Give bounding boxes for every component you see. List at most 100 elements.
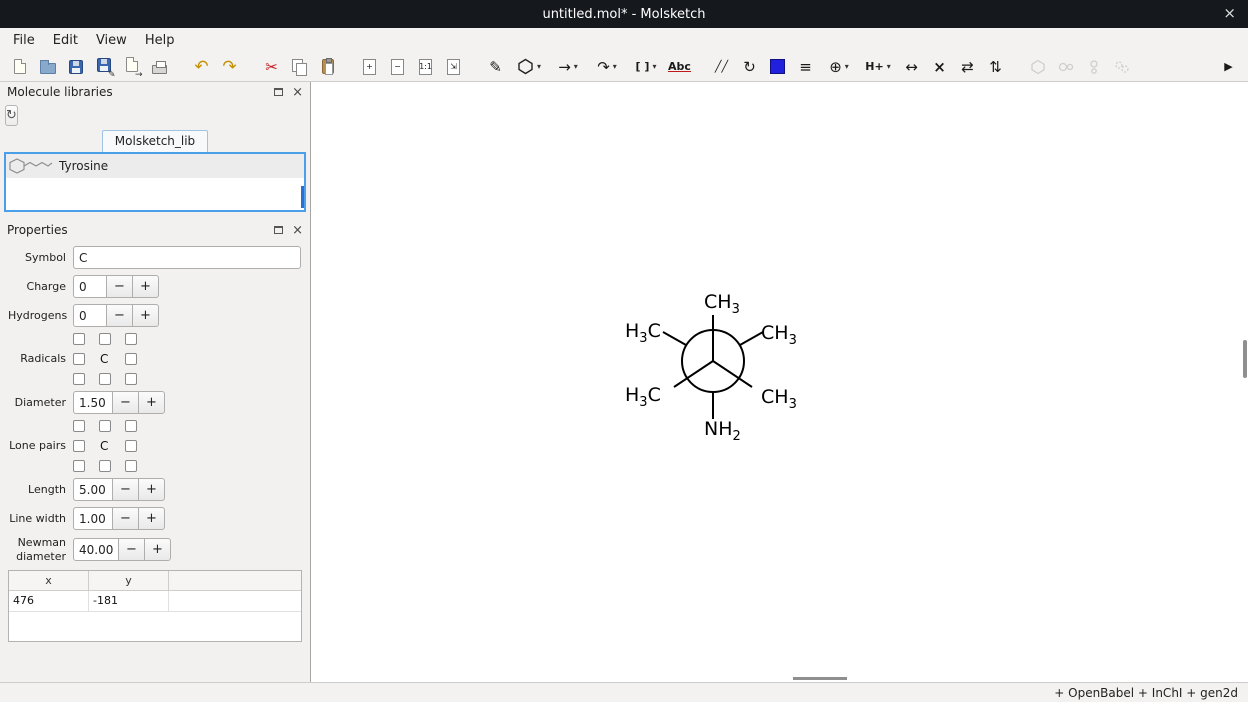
save-as-button[interactable]: ✎ — [90, 54, 117, 80]
zoom-out-button[interactable]: − — [384, 54, 411, 80]
zoom-fit-button[interactable]: ⇲ — [440, 54, 467, 80]
hydrogens-increment-button[interactable]: + — [132, 304, 159, 327]
save-button[interactable] — [62, 54, 89, 80]
lone-pair-checkbox[interactable] — [73, 440, 85, 452]
line-width-input[interactable] — [73, 507, 113, 530]
radical-checkbox[interactable] — [99, 333, 111, 345]
lone-pair-checkbox[interactable] — [125, 440, 137, 452]
radical-checkbox[interactable] — [73, 353, 85, 365]
radical-checkbox[interactable] — [99, 373, 111, 385]
charge-input[interactable] — [73, 275, 107, 298]
lone-pairs-center-symbol: C — [99, 439, 125, 453]
menu-file[interactable]: File — [4, 31, 44, 50]
menu-view[interactable]: View — [87, 31, 136, 50]
lone-pair-checkbox[interactable] — [73, 460, 85, 472]
molsketch-window: untitled.mol* - Molsketch × File Edit Vi… — [0, 0, 1248, 702]
length-input[interactable] — [73, 478, 113, 501]
library-list[interactable]: Tyrosine — [4, 152, 306, 212]
print-button[interactable] — [146, 54, 173, 80]
zoom-original-button[interactable]: 1:1 — [412, 54, 439, 80]
mechanism-arrow-button[interactable]: ↷▾ — [588, 54, 626, 80]
drawing-canvas[interactable]: CH3 H3C CH3 H3C CH3 NH2 — [311, 82, 1248, 682]
atom-label-bottom[interactable]: NH2 — [704, 418, 741, 444]
radical-checkbox[interactable] — [73, 373, 85, 385]
paste-button[interactable] — [314, 54, 341, 80]
draw-tool-button[interactable]: ✎ — [482, 54, 509, 80]
coord-cell-x[interactable]: 476 — [9, 591, 89, 611]
hydrogens-input[interactable] — [73, 304, 107, 327]
connect-tool-button[interactable]: ↔ — [898, 54, 925, 80]
horizontal-scrollbar[interactable] — [793, 677, 847, 680]
symbol-input[interactable] — [73, 246, 301, 269]
tab-molsketch-lib[interactable]: Molsketch_lib — [102, 130, 208, 152]
bracket-tool-button[interactable]: [ ]▾ — [627, 54, 665, 80]
vertical-scrollbar[interactable] — [1243, 340, 1247, 378]
library-item-tyrosine[interactable]: Tyrosine — [6, 154, 304, 178]
flip-vertical-button[interactable]: ⇅ — [982, 54, 1009, 80]
charge-tool-button[interactable]: ⊕▾ — [820, 54, 858, 80]
lone-pair-checkbox[interactable] — [125, 420, 137, 432]
toolbar-overflow-button[interactable]: ▶ — [1215, 54, 1242, 80]
diameter-increment-button[interactable]: + — [138, 391, 165, 414]
copy-button[interactable] — [286, 54, 313, 80]
hydrogens-decrement-button[interactable]: − — [106, 304, 133, 327]
close-window-icon[interactable]: × — [1223, 4, 1236, 22]
zoom-in-button[interactable]: + — [356, 54, 383, 80]
undock-panel-icon[interactable] — [274, 88, 283, 96]
newman-diameter-input[interactable] — [73, 538, 119, 561]
close-panel-icon[interactable]: × — [292, 224, 303, 237]
undo-button[interactable]: ↶ — [188, 54, 215, 80]
new-button[interactable] — [6, 54, 33, 80]
diameter-decrement-button[interactable]: − — [112, 391, 139, 414]
color-picker-button[interactable] — [764, 54, 791, 80]
menu-edit[interactable]: Edit — [44, 31, 87, 50]
delete-tool-button[interactable]: × — [926, 54, 953, 80]
charge-decrement-button[interactable]: − — [106, 275, 133, 298]
atom-label-upper-left[interactable]: H3C — [625, 320, 661, 346]
newman-diameter-decrement-button[interactable]: − — [118, 538, 145, 561]
lone-pair-checkbox[interactable] — [99, 420, 111, 432]
lone-pair-checkbox[interactable] — [99, 460, 111, 472]
line-width-button[interactable]: ≡ — [792, 54, 819, 80]
close-panel-icon[interactable]: × — [292, 86, 303, 99]
newman-diameter-increment-button[interactable]: + — [144, 538, 171, 561]
lone-pair-checkbox[interactable] — [73, 420, 85, 432]
radical-checkbox[interactable] — [73, 333, 85, 345]
menu-help[interactable]: Help — [136, 31, 184, 50]
refresh-libraries-button[interactable]: ↻ — [5, 105, 18, 126]
length-decrement-button[interactable]: − — [112, 478, 139, 501]
rotate-tool-button[interactable]: ↻ — [736, 54, 763, 80]
newman-bonds[interactable] — [663, 315, 763, 419]
charge-increment-button[interactable]: + — [132, 275, 159, 298]
cut-button[interactable]: ✂ — [258, 54, 285, 80]
redo-button[interactable]: ↷ — [216, 54, 243, 80]
open-button[interactable] — [34, 54, 61, 80]
line-width-increment-button[interactable]: + — [138, 507, 165, 530]
atom-label-lower-left[interactable]: H3C — [625, 384, 661, 410]
hatch-tool-button[interactable]: ╱╱ — [708, 54, 735, 80]
atom-label-lower-right[interactable]: CH3 — [761, 386, 797, 412]
newman-projection-drawing[interactable]: CH3 H3C CH3 H3C CH3 NH2 — [311, 82, 1247, 682]
ring-tool-button[interactable]: ▾ — [510, 54, 548, 80]
symbol-label: Symbol — [8, 251, 66, 265]
hydrogen-tool-button[interactable]: H+▾ — [859, 54, 897, 80]
atom-label-upper-right[interactable]: CH3 — [761, 322, 797, 348]
coord-cell-y[interactable]: -181 — [89, 591, 169, 611]
radical-checkbox[interactable] — [125, 333, 137, 345]
length-increment-button[interactable]: + — [138, 478, 165, 501]
export-button[interactable]: → — [118, 54, 145, 80]
radical-checkbox[interactable] — [125, 353, 137, 365]
atom-label-top[interactable]: CH3 — [704, 291, 740, 317]
radical-checkbox[interactable] — [125, 373, 137, 385]
coord-header-y[interactable]: y — [89, 571, 169, 590]
undock-panel-icon[interactable] — [274, 226, 283, 234]
diameter-input[interactable] — [73, 391, 113, 414]
text-tool-button[interactable]: Abc — [666, 54, 693, 80]
line-width-decrement-button[interactable]: − — [112, 507, 139, 530]
reaction-arrow-button[interactable]: →▾ — [549, 54, 587, 80]
flip-horizontal-button[interactable]: ⇄ — [954, 54, 981, 80]
chevron-down-icon: ▾ — [537, 62, 541, 71]
coord-header-x[interactable]: x — [9, 571, 89, 590]
lone-pair-checkbox[interactable] — [125, 460, 137, 472]
library-list-scrollbar[interactable] — [301, 186, 304, 208]
